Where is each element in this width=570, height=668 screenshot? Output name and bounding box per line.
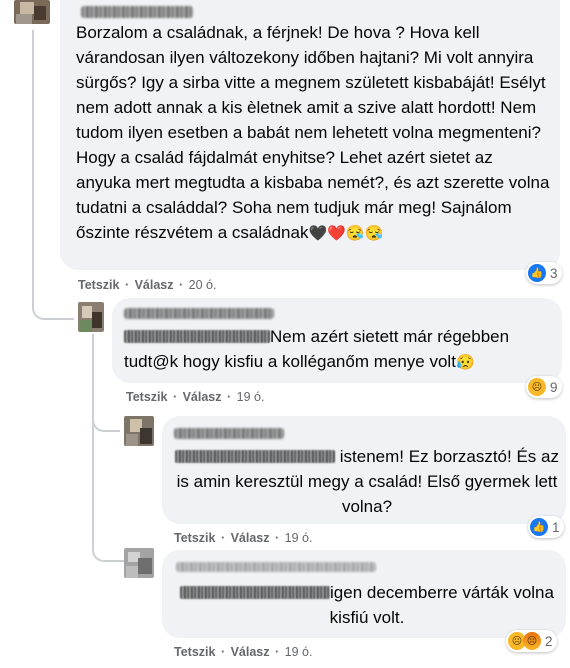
separator: · [275,531,280,545]
reaction-count: 9 [550,379,558,395]
author-name[interactable] [124,308,274,319]
reaction-summary[interactable]: ☹ ☹ 2 [506,630,557,652]
reaction-count: 1 [552,519,560,535]
like-button[interactable]: Tetszik [78,278,119,292]
reaction-count: 2 [545,633,553,649]
avatar[interactable] [124,416,154,446]
like-button[interactable]: Tetszik [174,531,215,545]
sad-icon: ☹ [528,378,546,396]
avatar[interactable] [124,548,154,578]
reply-button[interactable]: Válasz [183,390,222,404]
separator: · [220,645,226,659]
separator: · [275,645,280,659]
angry-icon: ☹ [523,632,541,650]
timestamp[interactable]: 19 ó. [285,531,313,545]
timestamp[interactable]: 19 ó. [285,645,313,659]
author-name[interactable] [176,562,376,572]
separator: · [227,390,232,404]
like-button[interactable]: Tetszik [126,390,167,404]
separator: · [124,278,130,292]
thread-line [92,420,124,562]
reply-button[interactable]: Válasz [231,531,270,545]
mention-link[interactable] [180,586,331,599]
author-name[interactable] [174,428,284,439]
separator: · [172,390,178,404]
author-name[interactable] [81,6,193,18]
sad-emoji: 😥 [455,354,475,371]
comment-actions: Tetszik · Válasz · 19 ó. [174,531,314,545]
reaction-count: 3 [550,265,558,281]
thread-line [92,334,120,432]
comment-text: igen decemberre várták volna kisfiú volt… [174,580,560,630]
timestamp[interactable]: 20 ó. [189,278,217,292]
avatar[interactable] [78,302,104,332]
reply-button[interactable]: Válasz [231,645,270,659]
reply-bubble: Nem azért sietett már régebben tudt@k ho… [112,298,562,383]
separator: · [179,278,184,292]
thread-line [32,30,74,320]
comment-actions: Tetszik · Válasz · 20 ó. [78,278,218,292]
comment-text: Nem azért sietett már régebben tudt@k ho… [124,327,510,371]
like-button[interactable]: Tetszik [174,645,215,659]
separator: · [220,531,226,545]
comment-actions: Tetszik · Válasz · 19 ó. [174,645,314,659]
mention-link[interactable] [175,450,336,463]
timestamp[interactable]: 19 ó. [237,390,265,404]
comment-text: Borzalom a családnak, a férjnek! De hova… [76,23,550,242]
like-icon: 👍 [528,264,546,282]
reaction-summary[interactable]: 👍 3 [526,262,562,284]
reaction-summary[interactable]: 👍 1 [528,516,564,538]
comment-actions: Tetszik · Válasz · 19 ó. [126,390,266,404]
reply-button[interactable]: Válasz [135,278,174,292]
emoji-group: 🖤❤️😪😪 [308,225,384,242]
like-icon: 👍 [530,518,548,536]
comment-text: istenem! Ez borzasztó! És az is amin ker… [175,447,559,516]
reply-bubble: igen decemberre várták volna kisfiú volt… [162,550,566,638]
avatar[interactable] [14,0,50,24]
comment-bubble: Borzalom a családnak, a férjnek! De hova… [60,0,560,270]
reaction-summary[interactable]: ☹ 9 [526,376,562,398]
mention-link[interactable] [124,330,270,343]
reply-bubble: istenem! Ez borzasztó! És az is amin ker… [162,416,566,524]
